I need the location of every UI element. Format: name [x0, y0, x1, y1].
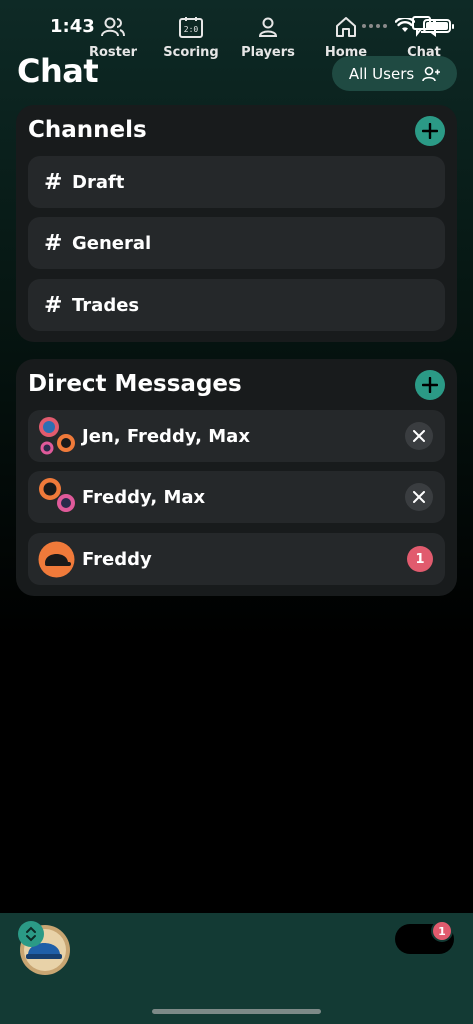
- close-icon: [413, 430, 425, 442]
- home-indicator[interactable]: [152, 1009, 321, 1014]
- avatar-max: [57, 494, 75, 512]
- svg-text:2:0: 2:0: [184, 25, 199, 34]
- dm-item-jen-freddy-max[interactable]: Jen, Freddy, Max: [28, 410, 445, 462]
- chat-icon: [411, 14, 437, 40]
- tab-label: Players: [241, 45, 295, 60]
- chat-notification-badge: 1: [431, 920, 453, 942]
- group-avatar: [38, 477, 78, 517]
- dm-item-freddy[interactable]: Freddy 1: [28, 533, 445, 585]
- avatar-freddy: [38, 541, 75, 578]
- add-channel-button[interactable]: [415, 116, 445, 146]
- chevron-up-down-icon: [26, 926, 36, 942]
- tab-label: Chat: [407, 45, 441, 60]
- hash-icon: #: [44, 169, 63, 195]
- add-direct-message-button[interactable]: [415, 370, 445, 400]
- group-avatar: [38, 416, 78, 456]
- tab-label: Home: [324, 45, 368, 60]
- dm-item-freddy-max[interactable]: Freddy, Max: [28, 471, 445, 523]
- tab-label: Roster: [88, 45, 138, 60]
- person-icon: [255, 14, 281, 40]
- dm-label: Jen, Freddy, Max: [82, 425, 250, 447]
- hash-icon: #: [44, 292, 63, 318]
- tab-roster[interactable]: Roster: [75, 14, 151, 70]
- hash-icon: #: [44, 230, 63, 256]
- roster-icon: [100, 14, 126, 40]
- channel-label: Draft: [72, 171, 125, 193]
- close-dm-button[interactable]: [405, 422, 433, 450]
- unread-badge: 1: [407, 546, 433, 572]
- tab-label: Scoring: [163, 45, 219, 60]
- tab-chat[interactable]: Chat: [386, 14, 462, 70]
- dm-label: Freddy, Max: [82, 486, 206, 508]
- close-icon: [413, 491, 425, 503]
- channel-item-general[interactable]: # General: [28, 217, 445, 269]
- channel-item-draft[interactable]: # Draft: [28, 156, 445, 208]
- avatar-freddy: [57, 434, 75, 452]
- channels-title: Channels: [28, 117, 147, 143]
- tab-home[interactable]: Home: [308, 14, 384, 70]
- home-icon: [333, 14, 359, 40]
- channel-label: Trades: [72, 294, 140, 316]
- user-avatar: [38, 539, 78, 579]
- team-switcher-button[interactable]: [18, 921, 44, 947]
- channel-label: General: [72, 232, 152, 254]
- direct-messages-card: Direct Messages Jen, Freddy, Max Freddy,…: [16, 359, 457, 596]
- avatar-jen: [39, 417, 59, 437]
- close-dm-button[interactable]: [405, 483, 433, 511]
- plus-icon: [422, 123, 438, 139]
- tab-players[interactable]: Players: [230, 14, 306, 70]
- plus-icon: [422, 377, 438, 393]
- avatar-max: [40, 441, 54, 455]
- dm-label: Freddy: [82, 548, 152, 570]
- tab-scoring[interactable]: 2:0 Scoring: [153, 14, 229, 70]
- direct-messages-title: Direct Messages: [28, 371, 242, 397]
- channel-item-trades[interactable]: # Trades: [28, 279, 445, 331]
- scoreboard-icon: 2:0: [178, 14, 204, 40]
- channels-card: Channels # Draft # General # Trades: [16, 105, 457, 342]
